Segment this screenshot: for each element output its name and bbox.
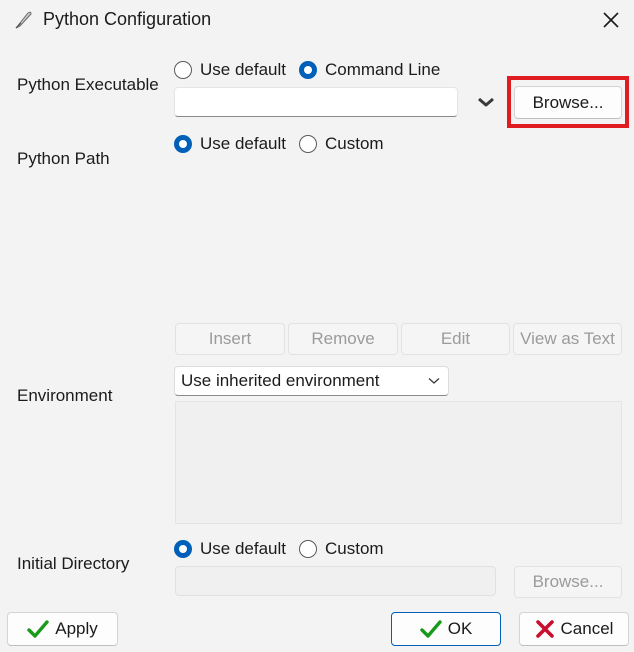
radio-indicator [299,540,317,558]
python-path-custom-radio[interactable]: Custom [299,134,384,154]
radio-label: Use default [200,60,286,79]
radio-label: Use default [200,134,286,153]
python-executable-label: Python Executable [17,75,159,94]
radio-label: Use default [200,539,286,558]
python-path-list [174,162,624,317]
checkmark-icon [420,619,442,639]
edit-button[interactable]: Edit [401,323,510,355]
insert-button[interactable]: Insert [175,323,285,355]
ok-label: OK [447,619,473,638]
close-button[interactable] [592,2,630,38]
checkmark-icon [27,619,49,639]
feather-pen-icon [12,9,34,31]
environment-select[interactable]: Use inherited environment [174,366,449,396]
python-executable-dropdown-button[interactable] [474,92,498,112]
radio-indicator [174,540,192,558]
remove-button[interactable]: Remove [288,323,398,355]
python-executable-command-line-radio[interactable]: Command Line [299,60,440,80]
python-executable-use-default-radio[interactable]: Use default [174,60,286,80]
python-executable-browse-button[interactable]: Browse... [514,86,622,119]
chevron-down-icon [428,378,440,384]
radio-indicator [299,61,317,79]
environment-select-value: Use inherited environment [181,371,380,390]
apply-label: Apply [55,619,98,638]
radio-label: Command Line [325,60,441,79]
initial-directory-use-default-radio[interactable]: Use default [174,539,286,559]
environment-label: Environment [17,386,113,405]
radio-label: Custom [325,539,384,558]
initial-directory-custom-radio[interactable]: Custom [299,539,384,559]
initial-directory-browse-button[interactable]: Browse... [514,566,622,598]
window-title: Python Configuration [43,9,212,29]
initial-directory-label: Initial Directory [17,554,130,573]
apply-button[interactable]: Apply [7,612,118,646]
ok-button[interactable]: OK [391,612,501,646]
title-bar: Python Configuration [0,0,634,40]
close-icon [603,12,619,28]
cancel-button[interactable]: Cancel [519,612,629,646]
chevron-down-icon [478,97,494,107]
radio-indicator [299,135,317,153]
python-path-label: Python Path [17,149,110,168]
environment-variables-box [175,401,622,524]
cancel-x-icon [535,619,555,639]
view-as-text-button[interactable]: View as Text [513,323,622,355]
radio-indicator [174,135,192,153]
python-executable-input[interactable] [174,87,458,117]
radio-indicator [174,61,192,79]
cancel-label: Cancel [560,619,614,638]
radio-label: Custom [325,134,384,153]
initial-directory-input[interactable] [175,566,496,596]
python-path-use-default-radio[interactable]: Use default [174,134,286,154]
